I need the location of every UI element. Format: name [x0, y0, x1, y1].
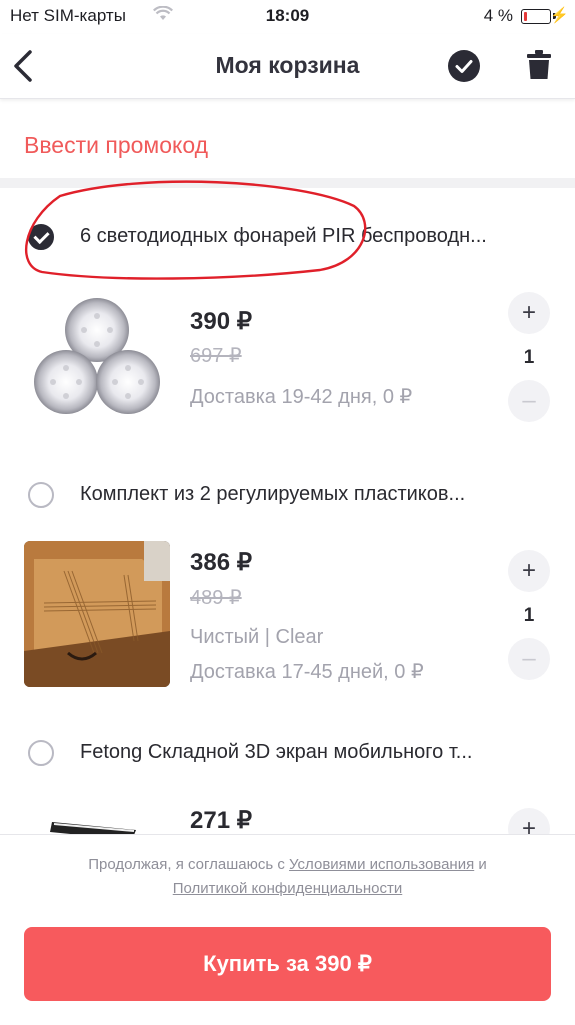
- check-circle-icon[interactable]: [448, 50, 480, 82]
- product-image-lights[interactable]: [24, 290, 170, 436]
- item-select-checkbox[interactable]: [28, 482, 54, 508]
- item-quantity: 1: [523, 347, 535, 368]
- charging-icon: ⚡: [550, 7, 569, 24]
- decrease-qty-button[interactable]: –: [508, 638, 550, 680]
- cart-item-header: Fetong Складной 3D экран мобильного т...: [0, 736, 575, 776]
- promo-code-link[interactable]: Ввести промокод: [24, 132, 208, 159]
- item-quantity: 1: [523, 605, 535, 626]
- trash-icon[interactable]: [526, 50, 552, 80]
- status-bar: Нет SIM-карты 18:09 4 % ⚡: [0, 0, 575, 34]
- terms-text: Продолжая, я соглашаюсь с Условиями испо…: [20, 853, 555, 901]
- red-annotation-circle: [25, 180, 367, 280]
- terms-prefix: Продолжая, я соглашаюсь с: [88, 856, 290, 873]
- checkout-footer: Продолжая, я соглашаюсь с Условиями испо…: [0, 834, 575, 1025]
- item-old-price: 489 ₽: [190, 587, 242, 609]
- nav-bar: Моя корзина: [0, 34, 575, 99]
- item-title[interactable]: Fetong Складной 3D экран мобильного т...: [80, 741, 550, 764]
- terms-of-use-link[interactable]: Условиями использования: [289, 856, 474, 873]
- buy-button[interactable]: Купить за 390 ₽: [24, 927, 551, 1001]
- increase-qty-button[interactable]: +: [508, 550, 550, 592]
- increase-qty-button[interactable]: +: [508, 292, 550, 334]
- item-variant: Чистый | Clear: [190, 626, 324, 648]
- decrease-qty-button[interactable]: –: [508, 380, 550, 422]
- battery-icon: [521, 9, 551, 24]
- terms-and: и: [474, 856, 487, 873]
- item-select-checkbox[interactable]: [28, 740, 54, 766]
- item-price: 386 ₽: [190, 549, 252, 576]
- item-delivery: Доставка 17-45 дней, 0 ₽: [190, 661, 424, 683]
- item-delivery: Доставка 19-42 дня, 0 ₽: [190, 386, 413, 408]
- item-old-price: 697 ₽: [190, 345, 242, 367]
- battery-percent: 4 %: [483, 6, 513, 25]
- item-price: 271 ₽: [190, 807, 252, 834]
- cart-item-header: Комплект из 2 регулируемых пластиков...: [0, 478, 575, 518]
- item-price: 390 ₽: [190, 308, 252, 335]
- privacy-policy-link[interactable]: Политикой конфиденциальности: [173, 880, 403, 897]
- page-title: Моя корзина: [215, 52, 360, 78]
- promo-code-row[interactable]: Ввести промокод: [0, 110, 575, 178]
- item-title[interactable]: Комплект из 2 регулируемых пластиков...: [80, 483, 550, 506]
- product-image-drawer[interactable]: [24, 541, 170, 687]
